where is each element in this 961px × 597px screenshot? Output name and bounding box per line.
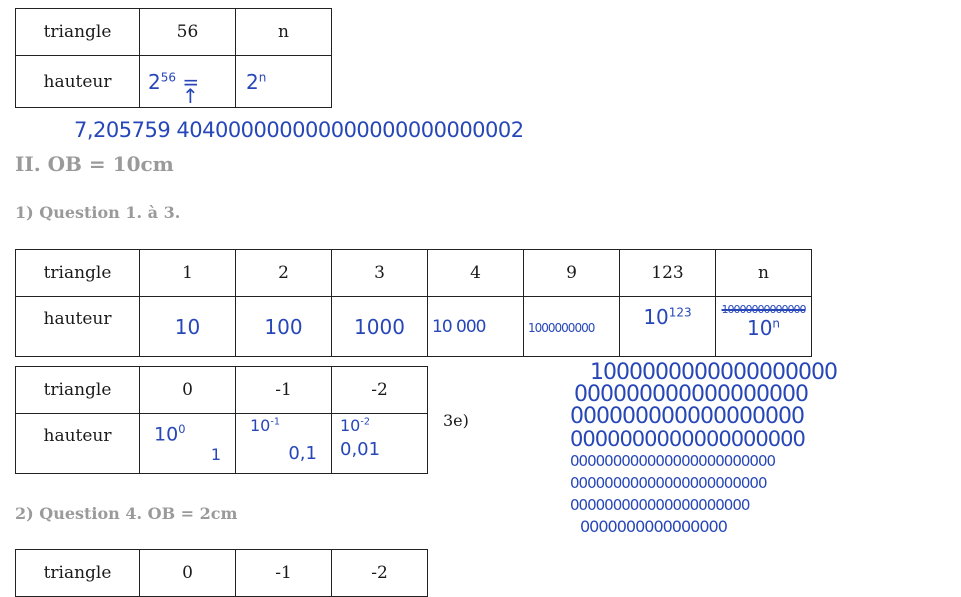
hand-value: 1000000000 bbox=[528, 320, 595, 335]
triangle-label: triangle bbox=[15, 549, 140, 597]
handwritten-cell: 1000 bbox=[331, 296, 428, 357]
table-cell: 56 bbox=[139, 8, 236, 56]
hauteur-label: hauteur bbox=[15, 296, 140, 357]
table-cell: -2 bbox=[331, 366, 428, 414]
handwritten-cell: 10-2 0,01 bbox=[331, 413, 428, 474]
hand-value: 1 bbox=[210, 445, 221, 465]
hand-exponent: 0 bbox=[178, 422, 186, 436]
table-row: hauteur 256 = 2n bbox=[15, 55, 332, 108]
table-bottom: triangle 0 -1 -2 bbox=[15, 549, 428, 597]
table-negative: triangle 0 -1 -2 hauteur 100 1 10-1 0,1 … bbox=[15, 366, 428, 474]
hand-value: 10 bbox=[174, 314, 201, 339]
hand-value: 0,1 bbox=[288, 443, 317, 464]
big-number-line: 000000000000000000 bbox=[570, 404, 805, 429]
question-title: 1) Question 1. à 3. bbox=[15, 203, 181, 222]
hand-struck-value: 10000000000000 bbox=[721, 303, 807, 316]
table-row: hauteur 10 100 1000 10 000 1000000000 10… bbox=[15, 296, 812, 357]
table-row: triangle 1 2 3 4 9 123 n bbox=[15, 249, 812, 297]
table-row: triangle 0 -1 -2 bbox=[15, 366, 428, 414]
triangle-label: triangle bbox=[15, 249, 140, 297]
table-cell: -1 bbox=[235, 549, 332, 597]
table-cell: 0 bbox=[139, 366, 236, 414]
big-number-block: 1000000000000000000 000000000000000000 0… bbox=[570, 360, 838, 538]
label-3e: 3e) bbox=[443, 411, 469, 430]
table-cell: 123 bbox=[619, 249, 716, 297]
table-cell: n bbox=[715, 249, 812, 297]
table-cell: 2 bbox=[235, 249, 332, 297]
hauteur-label: hauteur bbox=[15, 413, 140, 474]
table-cell: 3 bbox=[331, 249, 428, 297]
question-title: 2) Question 4. OB = 2cm bbox=[15, 504, 238, 523]
hand-exponent: 56 bbox=[160, 69, 177, 84]
handwritten-cell: 100 1 bbox=[139, 413, 236, 474]
big-number-line: 0000000000000000000 bbox=[570, 427, 806, 451]
hand-value: 2 bbox=[246, 69, 259, 94]
triangle-label: triangle bbox=[15, 366, 140, 414]
up-arrow-icon: ↑ bbox=[182, 84, 199, 108]
handwritten-cell: 10-1 0,1 bbox=[235, 413, 332, 474]
handwritten-cell: 10123 bbox=[619, 296, 716, 357]
hand-value: 10 000 bbox=[432, 316, 486, 337]
big-number-line: 000000000000000000 bbox=[574, 382, 809, 407]
hand-value: 100 bbox=[264, 314, 303, 339]
section-title: II. OB = 10cm bbox=[15, 152, 174, 176]
hand-value: 10 bbox=[154, 423, 179, 446]
hand-value: 10 bbox=[643, 305, 669, 329]
table-top: triangle 56 n hauteur 256 = 2n bbox=[15, 8, 332, 108]
handwritten-cell: 10 000 bbox=[427, 296, 524, 357]
hand-exponent: n bbox=[258, 69, 267, 84]
hauteur-label: hauteur bbox=[15, 55, 140, 108]
table-cell: 0 bbox=[139, 549, 236, 597]
long-number-annotation: 7,205759 404000000000000000000000002 bbox=[74, 118, 524, 142]
table-mid: triangle 1 2 3 4 9 123 n hauteur 10 100 … bbox=[15, 249, 812, 357]
big-number-line: 000000000000000000000000 bbox=[570, 452, 776, 470]
big-number-line: 000000000000000000000 bbox=[570, 496, 750, 514]
table-row: triangle 0 -1 -2 bbox=[15, 549, 428, 597]
table-cell: 1 bbox=[139, 249, 236, 297]
big-number-line: 1000000000000000000 bbox=[590, 360, 838, 385]
worksheet-page: { "table_top": { "row_triangle": {"label… bbox=[0, 0, 961, 597]
big-number-line: 0000000000000000 bbox=[580, 517, 728, 536]
handwritten-cell: 100 bbox=[235, 296, 332, 357]
hand-value: 10 bbox=[340, 416, 361, 435]
handwritten-cell: 1000000000 bbox=[523, 296, 620, 357]
handwritten-cell: 10 bbox=[139, 296, 236, 357]
hand-exponent: -1 bbox=[270, 416, 280, 428]
handwritten-cell: 2n bbox=[235, 55, 332, 108]
hand-value: 2 bbox=[148, 69, 161, 94]
hand-exponent: 123 bbox=[668, 305, 692, 320]
hand-value: 1000 bbox=[354, 314, 405, 339]
table-cell: -2 bbox=[331, 549, 428, 597]
table-row: triangle 56 n bbox=[15, 8, 332, 56]
table-cell: 4 bbox=[427, 249, 524, 297]
table-cell: 9 bbox=[523, 249, 620, 297]
hand-exponent: -2 bbox=[360, 416, 370, 428]
hand-value: 10 bbox=[250, 416, 271, 435]
table-cell: -1 bbox=[235, 366, 332, 414]
hand-value: 0,01 bbox=[340, 439, 381, 460]
big-number-line: 00000000000000000000000 bbox=[570, 474, 767, 492]
handwritten-cell: 10000000000000 10n bbox=[715, 296, 812, 357]
table-row: hauteur 100 1 10-1 0,1 10-2 0,01 bbox=[15, 413, 428, 474]
triangle-label: triangle bbox=[15, 8, 140, 56]
hand-value: 10 bbox=[746, 316, 773, 340]
hand-exponent: n bbox=[772, 316, 781, 331]
table-cell: n bbox=[235, 8, 332, 56]
